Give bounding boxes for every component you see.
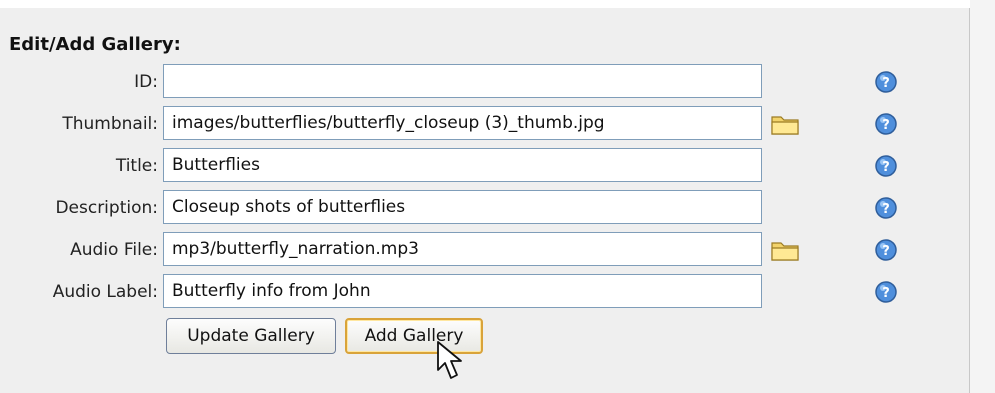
- audio-file-label: Audio File:: [70, 240, 158, 260]
- description-input[interactable]: [163, 190, 762, 224]
- help-icon[interactable]: ?: [874, 112, 898, 136]
- help-icon[interactable]: ?: [874, 196, 898, 220]
- form-heading: Edit/Add Gallery:: [9, 34, 181, 55]
- audio-label-label: Audio Label:: [52, 282, 158, 302]
- form-row-title: Title: ?: [0, 148, 970, 184]
- svg-text:?: ?: [882, 76, 890, 91]
- form-row-audio-label: Audio Label: ?: [0, 274, 970, 310]
- svg-text:?: ?: [882, 244, 890, 259]
- svg-text:?: ?: [882, 202, 890, 217]
- svg-text:?: ?: [882, 160, 890, 175]
- svg-text:?: ?: [882, 118, 890, 133]
- help-icon[interactable]: ?: [874, 238, 898, 262]
- folder-icon[interactable]: [770, 238, 802, 262]
- folder-icon[interactable]: [770, 112, 802, 136]
- form-row-audio-file: Audio File: ?: [0, 232, 970, 268]
- help-icon[interactable]: ?: [874, 280, 898, 304]
- help-icon[interactable]: ?: [874, 154, 898, 178]
- description-label: Description:: [55, 198, 158, 218]
- help-icon[interactable]: ?: [874, 70, 898, 94]
- title-input[interactable]: [163, 148, 762, 182]
- audio-label-input[interactable]: [163, 274, 762, 308]
- form-row-description: Description: ?: [0, 190, 970, 226]
- form-row-thumbnail: Thumbnail: ?: [0, 106, 970, 142]
- thumbnail-label: Thumbnail:: [62, 114, 158, 134]
- form-row-id: ID: ?: [0, 64, 970, 100]
- id-label: ID:: [134, 72, 158, 92]
- svg-text:?: ?: [882, 286, 890, 301]
- audio-file-input[interactable]: [163, 232, 762, 266]
- title-label: Title:: [115, 156, 158, 176]
- mouse-pointer-icon: [437, 341, 462, 379]
- right-border-strip: [970, 0, 995, 393]
- id-input[interactable]: [163, 64, 762, 98]
- thumbnail-input[interactable]: [163, 106, 762, 140]
- update-gallery-button[interactable]: Update Gallery: [166, 318, 336, 354]
